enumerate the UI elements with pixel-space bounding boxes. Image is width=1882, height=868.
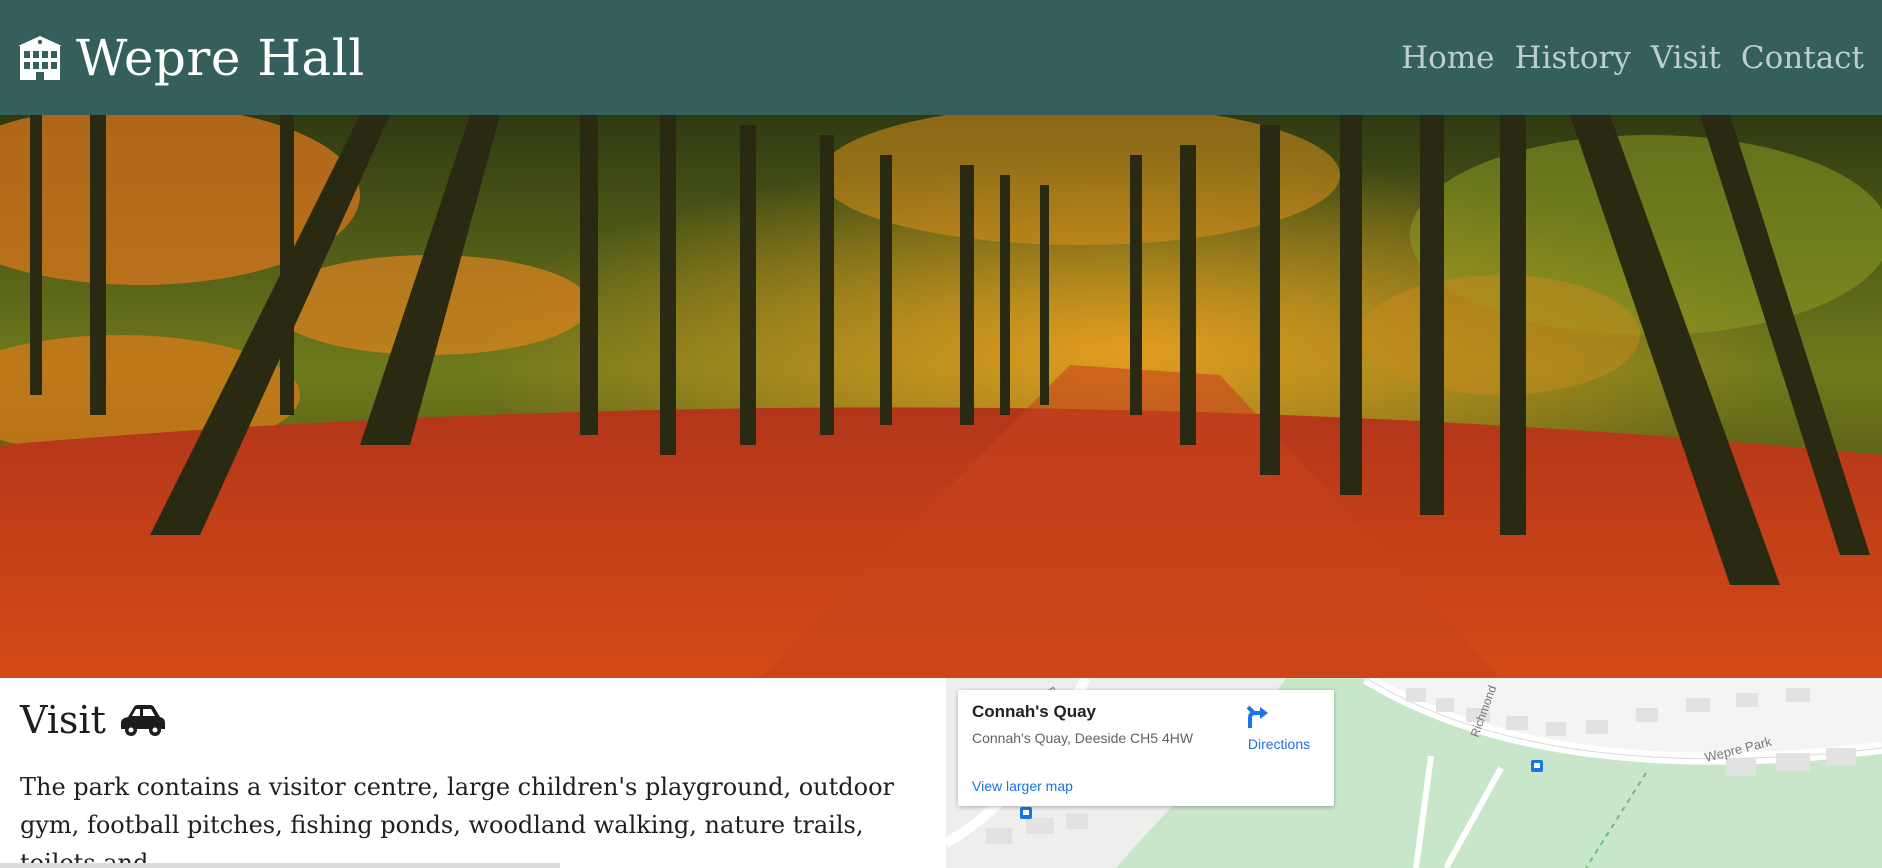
nav-home[interactable]: Home bbox=[1401, 40, 1494, 76]
directions-button[interactable]: Directions bbox=[1244, 704, 1314, 754]
visit-section: Visit The park contains a visitor centre… bbox=[0, 678, 946, 868]
embedded-map[interactable]: Wepre Park Richmond Rd Connah's Quay Con… bbox=[946, 678, 1882, 868]
nav-contact[interactable]: Contact bbox=[1741, 40, 1864, 76]
horizontal-scrollbar[interactable] bbox=[0, 863, 560, 868]
nav-visit[interactable]: Visit bbox=[1651, 40, 1721, 76]
site-header: Wepre Hall Home History Visit Contact bbox=[0, 0, 1882, 115]
main-nav: Home History Visit Contact bbox=[1401, 40, 1864, 76]
site-title: Wepre Hall bbox=[76, 28, 365, 87]
visit-title: Visit bbox=[20, 698, 106, 742]
car-icon bbox=[120, 703, 166, 737]
view-larger-map-link[interactable]: View larger map bbox=[972, 778, 1073, 794]
visit-heading: Visit bbox=[20, 698, 926, 742]
building-icon bbox=[14, 32, 66, 84]
directions-label: Directions bbox=[1247, 736, 1311, 752]
visit-description: The park contains a visitor centre, larg… bbox=[20, 773, 894, 868]
map-place-card: Connah's Quay Connah's Quay, Deeside CH5… bbox=[958, 690, 1334, 806]
brand[interactable]: Wepre Hall bbox=[14, 29, 365, 87]
directions-icon bbox=[1246, 704, 1292, 730]
nav-history[interactable]: History bbox=[1515, 40, 1631, 76]
hero-image bbox=[0, 115, 1882, 678]
